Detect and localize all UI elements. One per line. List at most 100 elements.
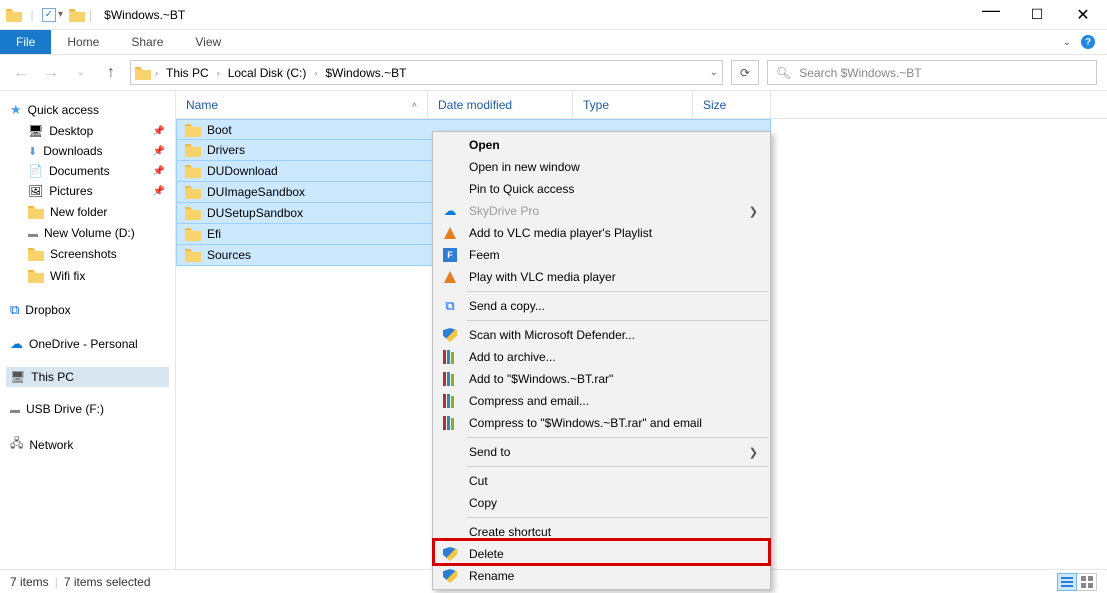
address-bar[interactable]: › This PC › Local Disk (C:) › $Windows.~… xyxy=(130,60,723,85)
sidebar-item[interactable]: Wifi fix xyxy=(6,265,169,287)
star-icon xyxy=(10,102,22,118)
sidebar-network[interactable]: Network xyxy=(6,431,169,458)
sidebar-usb-drive[interactable]: USB Drive (F:) xyxy=(6,399,169,419)
column-size[interactable]: Size xyxy=(693,91,771,118)
ribbon-expand-icon[interactable]: ⌄ xyxy=(1063,37,1071,48)
file-name: DUImageSandbox xyxy=(207,185,305,199)
context-item[interactable]: Create shortcut xyxy=(433,521,770,543)
sidebar-quick-access[interactable]: Quick access xyxy=(6,99,169,121)
dropbox-icon xyxy=(10,302,19,318)
context-item[interactable]: Cut xyxy=(433,470,770,492)
close-button[interactable]: ✕ xyxy=(1073,5,1093,25)
maximize-button[interactable]: ☐ xyxy=(1027,6,1047,23)
dropbox-icon xyxy=(445,298,454,314)
column-label: Name xyxy=(186,98,218,112)
file-name: DUDownload xyxy=(207,164,278,178)
tab-view[interactable]: View xyxy=(179,30,237,54)
refresh-button[interactable]: ⟳ xyxy=(731,60,759,85)
file-tab[interactable]: File xyxy=(0,30,51,54)
pin-icon: 📌 xyxy=(153,186,165,197)
context-separator xyxy=(467,320,768,321)
sidebar-this-pc[interactable]: This PC xyxy=(6,367,169,387)
sidebar-label: OneDrive - Personal xyxy=(29,337,138,351)
sidebar-item[interactable]: Pictures📌 xyxy=(6,181,169,201)
sidebar-item[interactable]: Desktop📌 xyxy=(6,121,169,141)
drive-icon xyxy=(10,402,20,416)
column-name[interactable]: Name ˄ xyxy=(176,91,428,118)
column-type[interactable]: Type xyxy=(573,91,693,118)
context-item[interactable]: Add to archive... xyxy=(433,346,770,368)
submenu-arrow-icon: ❯ xyxy=(749,205,758,218)
crumb-sep-icon[interactable]: › xyxy=(314,68,317,78)
column-date[interactable]: Date modified xyxy=(428,91,573,118)
sidebar-item[interactable]: Documents📌 xyxy=(6,161,169,181)
search-placeholder: Search $Windows.~BT xyxy=(799,66,921,80)
file-name: Drivers xyxy=(207,143,245,157)
tab-home[interactable]: Home xyxy=(51,30,115,54)
context-item-label: Delete xyxy=(469,547,738,561)
address-dropdown-icon[interactable]: ⌄ xyxy=(710,67,718,78)
back-button[interactable]: ← xyxy=(10,64,32,82)
file-name: Boot xyxy=(207,123,232,137)
context-item[interactable]: Open in new window xyxy=(433,156,770,178)
cloud-icon xyxy=(10,336,23,352)
column-label: Size xyxy=(703,98,726,112)
context-separator xyxy=(467,466,768,467)
crumb-current[interactable]: $Windows.~BT xyxy=(321,66,410,80)
sidebar-item[interactable]: New Volume (D:) xyxy=(6,223,169,243)
context-item[interactable]: Rename xyxy=(433,565,770,587)
context-item[interactable]: Open xyxy=(433,134,770,156)
view-large-icons-button[interactable] xyxy=(1077,573,1097,591)
uac-shield-icon xyxy=(443,547,457,561)
context-item[interactable]: Send a copy... xyxy=(433,295,770,317)
up-button[interactable]: ↑ xyxy=(100,64,122,82)
crumb-sep-icon[interactable]: › xyxy=(217,68,220,78)
sidebar-item-label: Wifi fix xyxy=(50,269,85,283)
context-item[interactable]: Pin to Quick access xyxy=(433,178,770,200)
pic-icon xyxy=(28,184,43,198)
folder-icon xyxy=(185,142,201,158)
blank-icon xyxy=(441,180,459,198)
file-name: DUSetupSandbox xyxy=(207,206,303,220)
context-item[interactable]: Scan with Microsoft Defender... xyxy=(433,324,770,346)
forward-button[interactable]: → xyxy=(40,64,62,82)
search-box[interactable]: 🔍︎ Search $Windows.~BT xyxy=(767,60,1097,85)
crumb-local-disk[interactable]: Local Disk (C:) xyxy=(224,66,311,80)
blank-icon xyxy=(441,136,459,154)
qat-properties-icon[interactable]: ✓ xyxy=(42,8,56,22)
context-item[interactable]: Compress to "$Windows.~BT.rar" and email xyxy=(433,412,770,434)
column-headers: Name ˄ Date modified Type Size xyxy=(176,91,1107,119)
column-label: Type xyxy=(583,98,609,112)
pin-icon: 📌 xyxy=(153,126,165,137)
view-details-button[interactable] xyxy=(1057,573,1077,591)
crumb-this-pc[interactable]: This PC xyxy=(162,66,213,80)
sidebar-label: Dropbox xyxy=(25,303,70,317)
feem-icon: F xyxy=(443,248,457,262)
status-item-count: 7 items xyxy=(10,575,49,589)
context-item[interactable]: Play with VLC media player xyxy=(433,266,770,288)
context-item[interactable]: FFeem xyxy=(433,244,770,266)
recent-locations-icon[interactable]: ⌄ xyxy=(70,67,92,78)
sidebar-item[interactable]: Screenshots xyxy=(6,243,169,265)
network-icon xyxy=(10,434,23,455)
sidebar-dropbox[interactable]: Dropbox xyxy=(6,299,169,321)
tab-share[interactable]: Share xyxy=(115,30,179,54)
context-item-label: Add to archive... xyxy=(469,350,738,364)
qat-chevron-icon[interactable]: ▾ xyxy=(58,9,63,20)
minimize-button[interactable]: — xyxy=(981,0,1001,21)
sidebar-onedrive[interactable]: OneDrive - Personal xyxy=(6,333,169,355)
crumb-sep-icon[interactable]: › xyxy=(155,68,158,78)
context-item[interactable]: Copy xyxy=(433,492,770,514)
help-icon[interactable]: ? xyxy=(1081,35,1095,49)
context-item[interactable]: Send to❯ xyxy=(433,441,770,463)
title-bar: | ✓ ▾ | $Windows.~BT — ☐ ✕ xyxy=(0,0,1107,30)
context-item[interactable]: Compress and email... xyxy=(433,390,770,412)
context-item[interactable]: Delete xyxy=(433,543,770,565)
context-item[interactable]: Add to VLC media player's Playlist xyxy=(433,222,770,244)
sidebar-item-label: Downloads xyxy=(43,144,102,158)
folder-icon xyxy=(185,226,201,242)
sidebar-item[interactable]: Downloads📌 xyxy=(6,141,169,161)
context-item[interactable]: Add to "$Windows.~BT.rar" xyxy=(433,368,770,390)
blank-icon xyxy=(441,158,459,176)
sidebar-item[interactable]: New folder xyxy=(6,201,169,223)
